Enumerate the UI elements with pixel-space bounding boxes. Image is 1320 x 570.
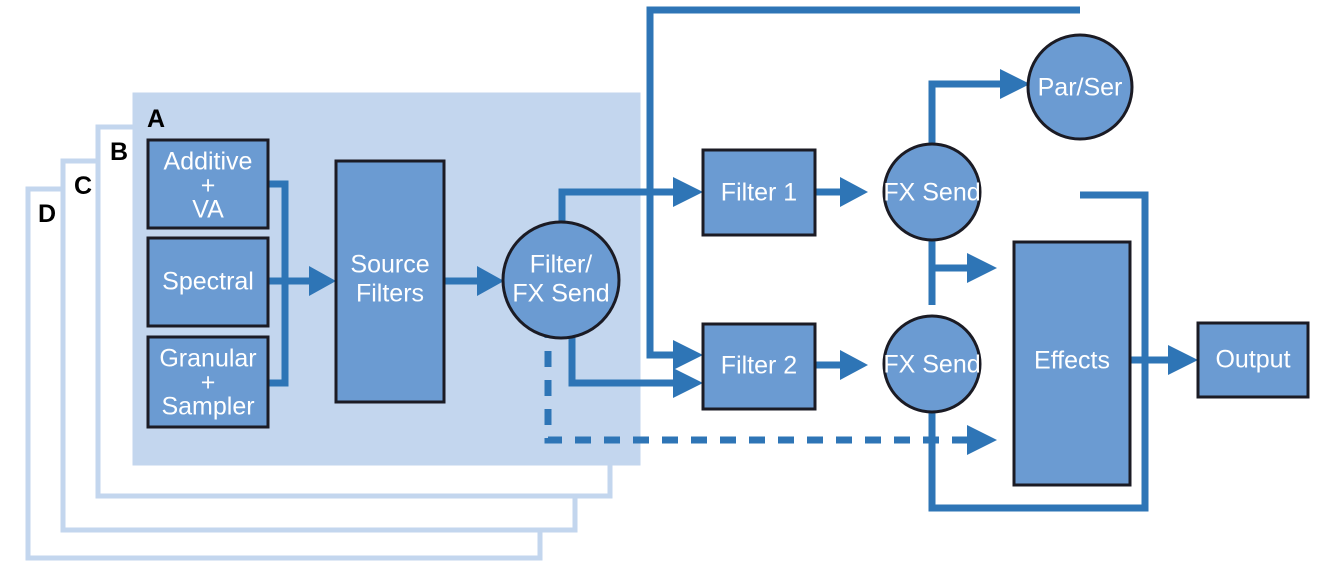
node-granular-sampler[interactable]: Granular + Sampler — [146, 335, 270, 429]
node-source-filters[interactable]: Source Filters — [334, 159, 446, 404]
arrowhead-fxsend1-into-effects — [967, 253, 997, 283]
output-label: Output — [1215, 346, 1290, 374]
arrowhead-into-filter1 — [673, 177, 703, 207]
wire-fxsend1-to-parser — [928, 80, 1008, 145]
effects-label: Effects — [1034, 347, 1110, 375]
diagram-canvas: D C B A Additive + VA Spectral Granular … — [0, 0, 1320, 570]
node-fx-send-1[interactable]: FX Send — [882, 142, 982, 242]
source-filters-label-line2: Filters — [356, 280, 424, 308]
arrowhead-into-fxsend1 — [840, 177, 868, 207]
node-additive-va[interactable]: Additive + VA — [146, 138, 270, 230]
layer-letter-b: B — [110, 138, 128, 166]
node-filter-fx-send[interactable]: Filter/ FX Send — [501, 220, 621, 340]
arrowhead-into-output — [1168, 345, 1198, 375]
wire-group-fxsend1-to-parser — [928, 69, 1030, 145]
signal-flow-diagram: D C B A Additive + VA Spectral Granular … — [25, 6, 1310, 561]
node-filter-2[interactable]: Filter 2 — [701, 322, 817, 411]
layer-letter-d: D — [38, 200, 56, 228]
spectral-label: Spectral — [162, 268, 254, 296]
arrowhead-feedback-into-filter2 — [673, 340, 703, 370]
granular-sampler-label-line3: Sampler — [161, 393, 254, 421]
node-filter-1[interactable]: Filter 1 — [701, 148, 817, 237]
node-output[interactable]: Output — [1196, 321, 1310, 399]
additive-va-label-line3: VA — [192, 196, 224, 224]
arrowhead-into-parser — [1000, 69, 1030, 99]
arrowhead-into-fxsend2 — [840, 350, 868, 380]
layer-letter-c: C — [74, 172, 92, 200]
filter-2-label: Filter 2 — [721, 352, 797, 380]
wire-group-effects-out — [1130, 345, 1198, 375]
fx-send-2-label: FX Send — [883, 351, 980, 379]
arrowhead-into-filter2-direct — [673, 368, 703, 398]
fx-send-1-label: FX Send — [883, 179, 980, 207]
filter-fx-send-label-line2: FX Send — [512, 280, 609, 308]
node-fx-send-2[interactable]: FX Send — [882, 314, 982, 414]
wire-group-filter2-out — [815, 350, 868, 380]
layer-letter-a: A — [147, 105, 165, 133]
wire-group-fxsend1-down — [928, 238, 997, 305]
source-filters-label-line1: Source — [350, 251, 429, 279]
node-spectral[interactable]: Spectral — [146, 236, 270, 328]
wire-group-filter1-out — [815, 177, 868, 207]
par-ser-label: Par/Ser — [1038, 74, 1123, 102]
node-par-ser[interactable]: Par/Ser — [1026, 33, 1134, 141]
node-effects[interactable]: Effects — [1012, 240, 1132, 487]
filter-1-label: Filter 1 — [721, 179, 797, 207]
filter-fx-send-label-line1: Filter/ — [530, 251, 593, 279]
arrowhead-fx-bus-into-effects — [967, 425, 997, 455]
